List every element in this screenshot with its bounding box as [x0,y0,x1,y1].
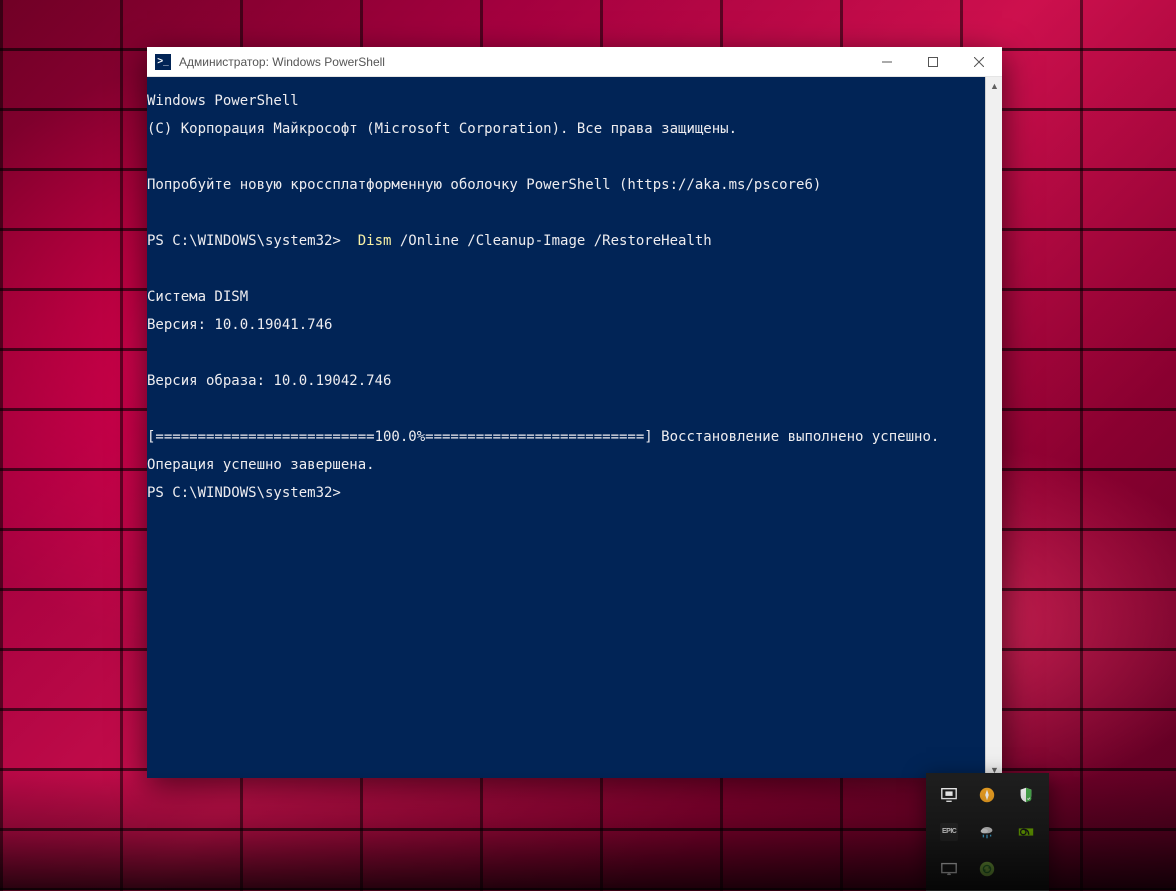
close-button[interactable] [956,47,1002,77]
shield-icon[interactable] [1009,779,1043,812]
terminal-line [147,402,985,416]
terminal-command-line: PS C:\WINDOWS\system32> Dism /Online /Cl… [147,234,985,248]
terminal-output[interactable]: Windows PowerShell (C) Корпорация Майкро… [147,77,985,778]
sync-icon[interactable] [970,852,1004,885]
terminal-line: Версия образа: 10.0.19042.746 [147,374,985,388]
terminal-line [147,150,985,164]
scroll-thumb[interactable] [988,94,1001,154]
nvidia-icon[interactable] [1009,816,1043,849]
terminal-line: (C) Корпорация Майкрософт (Microsoft Cor… [147,122,985,136]
terminal-line: Версия: 10.0.19041.746 [147,318,985,332]
system-tray-overflow[interactable]: EPIC [926,773,1049,891]
blank-icon [1009,852,1043,885]
scroll-down-arrow-icon[interactable]: ▼ [986,761,1003,778]
terminal-line [147,346,985,360]
weather-icon[interactable] [970,816,1004,849]
powershell-icon: >_ [155,54,171,70]
powershell-window: >_ Администратор: Windows PowerShell Win… [147,47,1002,778]
terminal-line: [==========================100.0%=======… [147,430,985,444]
terminal-line: Попробуйте новую кроссплатформенную обол… [147,178,985,192]
terminal-prompt: PS C:\WINDOWS\system32> [147,486,985,500]
terminal-line: Windows PowerShell [147,94,985,108]
compass-icon[interactable] [970,779,1004,812]
maximize-button[interactable] [910,47,956,77]
command-args: /Online /Cleanup-Image /RestoreHealth [391,233,711,249]
prompt-text: PS C:\WINDOWS\system32> [147,233,358,249]
terminal-area[interactable]: Windows PowerShell (C) Корпорация Майкро… [147,77,1002,778]
desktop-background: >_ Администратор: Windows PowerShell Win… [0,0,1176,891]
minimize-button[interactable] [864,47,910,77]
window-titlebar[interactable]: >_ Администратор: Windows PowerShell [147,47,1002,77]
vertical-scrollbar[interactable]: ▲ ▼ [985,77,1002,778]
epic-icon[interactable]: EPIC [932,816,966,849]
command-name: Dism [358,233,392,249]
terminal-line: Cистема DISM [147,290,985,304]
scroll-up-arrow-icon[interactable]: ▲ [986,77,1003,94]
terminal-line [147,262,985,276]
monitor-icon[interactable] [932,779,966,812]
display-icon[interactable] [932,852,966,885]
window-title: Администратор: Windows PowerShell [179,55,864,69]
terminal-line [147,206,985,220]
terminal-line: Операция успешно завершена. [147,458,985,472]
